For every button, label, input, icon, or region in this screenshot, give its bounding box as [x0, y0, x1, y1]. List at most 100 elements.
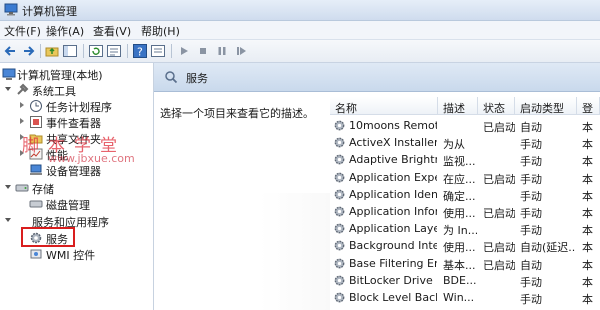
column-header-description[interactable]: 描述 [438, 97, 478, 115]
service-description: 监视... [443, 155, 476, 169]
column-header-status[interactable]: 状态 [478, 97, 515, 115]
help-icon[interactable]: ? [132, 43, 148, 59]
service-startup-type: 手动 [520, 207, 542, 220]
service-logon: 本 [582, 275, 593, 289]
service-startup-type: 手动 [520, 275, 542, 289]
table-row[interactable]: Base Filtering En... 基本... 已启动自动 本 [330, 255, 600, 272]
export-list-icon[interactable] [106, 43, 122, 59]
service-startup-type: 手动 [520, 293, 542, 306]
table-row[interactable]: Background Inte... 使用... 已启动自动(延迟... 本 [330, 237, 600, 254]
column-header-name[interactable]: 名称 [330, 97, 438, 115]
table-row[interactable]: Block Level Back... Win... 手动 本 [330, 289, 600, 306]
table-row[interactable]: Adaptive Brightn... 监视... 手动 本 [330, 151, 600, 168]
back-arrow-icon[interactable] [3, 43, 19, 59]
service-logon: 本 [582, 172, 593, 186]
services-table: 名称 描述 状态 启动类型 登 10moons Remot...已启动自动本Ac… [330, 97, 600, 310]
tree-label: 存储 [32, 183, 54, 196]
chevron-right-icon[interactable] [18, 117, 26, 125]
tree-label: WMI 控件 [46, 249, 96, 262]
menu-view[interactable]: 查看(V) [93, 23, 131, 39]
table-row[interactable]: ActiveX Installer ... 为从 手动 本 [330, 134, 600, 151]
up-folder-icon[interactable] [44, 43, 60, 59]
chevron-right-icon[interactable] [18, 101, 26, 109]
service-gear-icon [334, 223, 345, 234]
service-status: 已启动 [483, 241, 515, 255]
title-bar: 计算机管理 [0, 0, 600, 21]
service-gear-icon [334, 206, 345, 217]
table-row[interactable]: Application Iden... 确定... 手动 本 [330, 186, 600, 203]
service-name: 10moons Remot... [349, 119, 437, 132]
tree-item-system-tools[interactable]: 系统工具 [4, 82, 152, 98]
description-text: 选择一个项目来查看它的描述。 [160, 107, 314, 120]
service-gear-icon [334, 137, 345, 148]
column-header-startup-type[interactable]: 启动类型 [515, 97, 577, 115]
column-header-logon[interactable]: 登 [577, 97, 600, 115]
tools-icon [17, 83, 29, 95]
tree-label: 计算机管理(本地) [17, 69, 103, 82]
column-label: 描述 [443, 102, 465, 115]
refresh-icon[interactable] [88, 43, 104, 59]
restart-icon[interactable] [233, 43, 249, 59]
service-startup-type: 自动 [520, 258, 542, 272]
tree-label: 设备管理器 [46, 165, 101, 178]
storage-icon [15, 184, 29, 192]
service-logon: 本 [582, 258, 593, 272]
menu-help[interactable]: 帮助(H) [141, 23, 180, 39]
menu-action[interactable]: 操作(A) [46, 23, 84, 39]
service-name: Background Inte... [349, 239, 437, 253]
svg-text:?: ? [137, 46, 143, 59]
service-name: Application Iden... [349, 187, 437, 201]
toolbar-separator [83, 44, 84, 58]
column-label: 状态 [483, 102, 505, 115]
service-gear-icon [334, 120, 345, 131]
service-status: 已启动 [483, 207, 515, 220]
service-startup-type: 手动 [520, 172, 542, 186]
search-icon [165, 71, 178, 84]
device-manager-icon [30, 164, 42, 175]
service-gear-icon [334, 292, 345, 303]
play-icon[interactable] [176, 43, 192, 59]
wmi-icon [30, 249, 42, 259]
tree-item-storage[interactable]: 存储 [4, 180, 152, 196]
stop-icon[interactable] [195, 43, 211, 59]
service-description: BDE... [443, 273, 477, 287]
show-hide-tree-icon[interactable] [62, 43, 78, 59]
computer-management-icon [2, 68, 16, 80]
service-startup-type: 自动(延迟... [520, 241, 576, 255]
service-startup-type: 手动 [520, 224, 542, 238]
service-description: 为 In... [443, 224, 477, 238]
table-row[interactable]: Application Infor... 使用... 已启动手动 本 [330, 203, 600, 220]
tree-item-event-viewer[interactable]: 事件查看器 [18, 114, 152, 130]
services-panel: 服务 选择一个项目来查看它的描述。 名称 描述 状态 启动类型 登 10moon… [154, 63, 600, 310]
service-startup-type: 手动 [520, 138, 542, 152]
tree-item-wmi-control[interactable]: WMI 控件 [18, 246, 152, 262]
service-logon: 本 [582, 207, 593, 220]
service-gear-icon [334, 241, 345, 251]
tree-item-computer-management[interactable]: 计算机管理(本地) [2, 66, 152, 82]
service-status: 已启动 [483, 172, 515, 186]
menu-file[interactable]: 文件(F) [4, 23, 41, 39]
service-gear-icon [334, 155, 345, 165]
tree-item-task-scheduler[interactable]: 任务计划程序 [18, 98, 152, 114]
tree-label: 事件查看器 [46, 117, 101, 130]
table-row[interactable]: Application Laye... 为 In... 手动 本 [330, 220, 600, 237]
properties-icon[interactable] [150, 43, 166, 59]
service-logon: 本 [582, 224, 593, 238]
computer-management-icon [4, 3, 18, 16]
service-gear-icon [334, 275, 345, 286]
pause-icon[interactable] [214, 43, 230, 59]
chevron-down-icon[interactable] [4, 85, 12, 93]
toolbar-separator [171, 44, 172, 58]
forward-arrow-icon[interactable] [20, 43, 36, 59]
service-name: Application Expe... [349, 170, 437, 184]
menu-bar: 文件(F) 操作(A) 查看(V) 帮助(H) [0, 21, 600, 40]
table-row[interactable]: BitLocker Drive ... BDE... 手动 本 [330, 272, 600, 289]
service-description: Win... [443, 291, 475, 304]
chevron-down-icon[interactable] [4, 183, 12, 191]
chevron-down-icon[interactable] [4, 216, 12, 224]
tree-item-disk-management[interactable]: 磁盘管理 [18, 196, 152, 212]
table-row[interactable]: 10moons Remot... 已启动自动 本 [330, 117, 600, 134]
table-row[interactable]: Application Expe... 在应... 已启动手动 本 [330, 169, 600, 186]
service-logon: 本 [582, 189, 593, 203]
watermark-url: www.jbxue.com [48, 152, 135, 165]
